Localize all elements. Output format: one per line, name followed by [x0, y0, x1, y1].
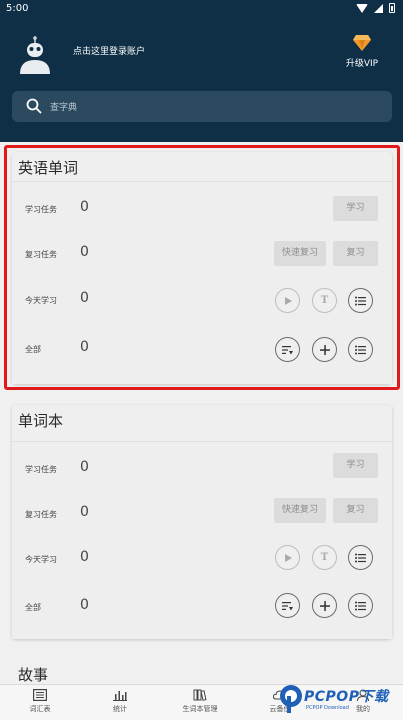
sort-list-icon: [282, 601, 293, 610]
nav-label: 词汇表: [29, 705, 51, 713]
list-icon: [355, 553, 366, 562]
study-button[interactable]: 学习: [333, 453, 378, 478]
quick-review-button[interactable]: 快速复习: [274, 241, 326, 266]
text-mode-button[interactable]: T: [312, 288, 337, 313]
sort-list-icon: [282, 345, 293, 354]
section-title: 英语单词: [18, 159, 79, 177]
nav-wordbook-manage[interactable]: 生词本管理: [160, 689, 240, 714]
text-t-icon: T: [320, 295, 329, 306]
section-title: 单词本: [18, 412, 64, 430]
app-header: 5:00 点击这里登录账户 升级VIP 查字典: [0, 0, 403, 142]
text-mode-button[interactable]: T: [312, 545, 337, 570]
watermark-subtext: PCPOP Download: [306, 705, 349, 711]
study-button[interactable]: 学习: [333, 196, 378, 221]
pcpop-logo-icon: [280, 685, 302, 713]
nav-vocabulary[interactable]: 词汇表: [0, 689, 80, 714]
diamond-icon: [353, 35, 371, 51]
review-button[interactable]: 复习: [333, 241, 378, 266]
sort-button[interactable]: [275, 593, 300, 618]
today-study-count: 0: [80, 549, 89, 565]
quick-review-button[interactable]: 快速复习: [274, 498, 326, 523]
row-label-today-study: 今天学习: [25, 555, 57, 564]
review-task-count: 0: [80, 244, 89, 260]
books-icon: [193, 689, 207, 701]
row-label-review-task: 复习任务: [25, 250, 57, 259]
row-label-today-study: 今天学习: [25, 296, 57, 305]
row-label-all: 全部: [25, 603, 41, 612]
play-button[interactable]: [275, 545, 300, 570]
row-label-all: 全部: [25, 345, 41, 354]
row-label-study-task: 学习任务: [25, 205, 57, 214]
chart-icon: [113, 691, 127, 701]
study-task-count: 0: [80, 459, 89, 475]
text-t-icon: T: [320, 552, 329, 563]
wifi-icon: [356, 3, 368, 13]
play-button[interactable]: [275, 288, 300, 313]
search-input[interactable]: 查字典: [12, 91, 392, 122]
wordbook-card: 单词本 学习任务 0 学习 复习任务 0 快速复习 复习 今天学习 0 T 全部…: [12, 405, 392, 639]
row-label-study-task: 学习任务: [25, 465, 57, 474]
add-button[interactable]: [312, 337, 337, 362]
all-count: 0: [80, 339, 89, 355]
nav-statistics[interactable]: 统计: [80, 689, 160, 714]
study-task-count: 0: [80, 199, 89, 215]
vocabulary-icon: [33, 689, 47, 701]
vip-label: 升级VIP: [345, 59, 379, 69]
upgrade-vip-button[interactable]: 升级VIP: [345, 34, 379, 69]
play-icon: [284, 296, 292, 305]
nav-label: 统计: [113, 705, 127, 713]
plus-icon: [319, 344, 330, 355]
review-task-count: 0: [80, 504, 89, 520]
nav-label: 生词本管理: [182, 705, 218, 713]
signal-icon: [374, 3, 383, 13]
today-list-button[interactable]: [348, 288, 373, 313]
play-icon: [284, 553, 292, 562]
login-prompt[interactable]: 点击这里登录账户: [73, 44, 145, 57]
search-placeholder: 查字典: [50, 103, 78, 113]
story-section-title: 故事: [18, 666, 49, 684]
today-study-count: 0: [80, 290, 89, 306]
english-words-card: 英语单词 学习任务 0 学习 复习任务 0 快速复习 复习 今天学习 0 T 全…: [12, 152, 392, 384]
avatar[interactable]: [18, 36, 52, 74]
sort-button[interactable]: [275, 337, 300, 362]
status-time: 5:00: [6, 3, 29, 14]
plus-icon: [319, 600, 330, 611]
status-bar: 5:00: [0, 0, 403, 18]
watermark: PCPOP下载 PCPOP Download: [277, 682, 401, 718]
all-count: 0: [80, 597, 89, 613]
row-label-review-task: 复习任务: [25, 510, 57, 519]
battery-icon: [389, 3, 395, 13]
search-icon: [26, 98, 42, 114]
watermark-text: PCPOP下载: [304, 689, 389, 705]
list-icon: [355, 345, 366, 354]
robot-avatar-icon: [20, 36, 50, 74]
all-list-button[interactable]: [348, 593, 373, 618]
all-list-button[interactable]: [348, 337, 373, 362]
list-icon: [355, 601, 366, 610]
review-button[interactable]: 复习: [333, 498, 378, 523]
add-button[interactable]: [312, 593, 337, 618]
today-list-button[interactable]: [348, 545, 373, 570]
list-icon: [355, 296, 366, 305]
